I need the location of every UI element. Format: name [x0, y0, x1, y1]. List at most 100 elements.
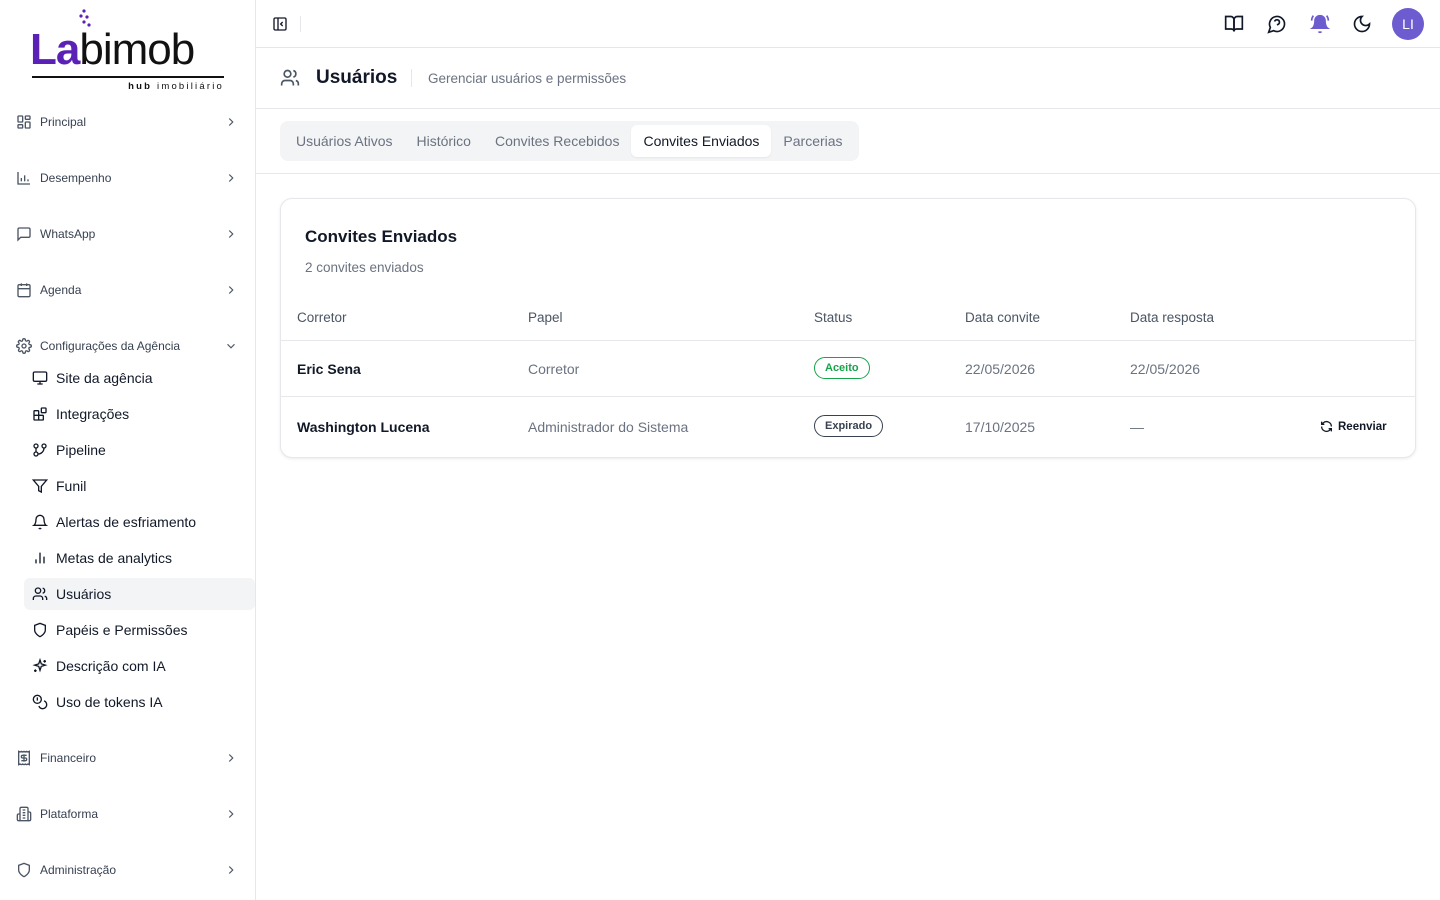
cell-data-resposta: — [1130, 419, 1144, 435]
filter-icon [32, 479, 48, 494]
column-header-corretor: Corretor [297, 310, 347, 325]
sidebar-item-site-agencia[interactable]: Site da agência [24, 362, 255, 394]
sidebar-item-funil[interactable]: Funil [24, 470, 255, 502]
toolbar-divider [300, 16, 301, 32]
logo-underline [32, 76, 224, 78]
sidebar-group-label: WhatsApp [40, 227, 96, 241]
chevron-right-icon [228, 230, 234, 238]
building-icon [16, 806, 32, 822]
bell-icon [32, 514, 48, 530]
cell-data-convite: 22/05/2026 [965, 361, 1036, 377]
sidebar-group-desempenho[interactable]: Desempenho [16, 166, 240, 190]
header-divider [411, 69, 412, 87]
cell-corretor: Washington Lucena [297, 419, 430, 435]
sidebar-item-label: Metas de analytics [56, 550, 172, 566]
sidebar-group-whatsapp[interactable]: WhatsApp [16, 222, 240, 246]
sidebar-item-label: Site da agência [56, 370, 153, 386]
user-avatar[interactable]: LI [1392, 8, 1424, 40]
sidebar-item-tokens-ia[interactable]: Uso de tokens IA [24, 686, 255, 718]
invites-card: Convites Enviados 2 convites enviados Co… [280, 198, 1416, 458]
shield-icon [34, 622, 46, 638]
sidebar: Labimob hub imobiliário Principal Desemp… [0, 0, 256, 900]
page-title: Usuários [316, 67, 398, 88]
tab-list: Usuários Ativos Histórico Convites Receb… [280, 121, 859, 161]
chevron-right-icon [228, 866, 234, 874]
help-chat-icon[interactable] [1267, 14, 1287, 34]
page-subtitle: Gerenciar usuários e permissões [428, 71, 627, 86]
column-header-data-resposta: Data resposta [1130, 310, 1215, 325]
sidebar-group-label: Desempenho [40, 171, 112, 185]
sidebar-item-label: Funil [56, 478, 87, 494]
sidebar-group-plataforma[interactable]: Plataforma [16, 802, 240, 826]
sidebar-group-agenda[interactable]: Agenda [16, 278, 240, 302]
settings-icon [16, 338, 32, 354]
page-header: Usuários Gerenciar usuários e permissões [256, 48, 1440, 109]
tab-historico[interactable]: Histórico [404, 125, 482, 157]
sidebar-group-label: Financeiro [40, 751, 97, 765]
sidebar-item-papeis[interactable]: Papéis e Permissões [24, 614, 255, 646]
chevron-right-icon [228, 118, 234, 126]
sidebar-group-label: Configurações da Agência [40, 339, 181, 353]
cell-data-resposta: 22/05/2026 [1130, 361, 1201, 377]
sidebar-group-configuracoes[interactable]: Configurações da Agência [16, 334, 240, 358]
users-icon [280, 69, 300, 86]
monitor-icon [32, 371, 48, 385]
tab-usuarios-ativos[interactable]: Usuários Ativos [284, 125, 404, 157]
sidebar-group-principal[interactable]: Principal [16, 110, 240, 134]
column-header-papel: Papel [528, 310, 563, 325]
refresh-icon [1320, 420, 1333, 433]
chevron-right-icon [228, 754, 234, 762]
sidebar-item-alertas[interactable]: Alertas de esfriamento [24, 506, 255, 538]
sidebar-item-label: Uso de tokens IA [56, 694, 163, 710]
sidebar-item-label: Papéis e Permissões [56, 622, 188, 638]
sidebar-group-financeiro[interactable]: Financeiro [16, 746, 240, 770]
notification-bell-icon[interactable] [1310, 14, 1330, 34]
table-header: Corretor Papel Status Data convite Data … [281, 297, 1415, 341]
blocks-icon [33, 407, 47, 421]
tab-convites-recebidos[interactable]: Convites Recebidos [483, 125, 632, 157]
chevron-right-icon [228, 286, 234, 294]
status-badge: Expirado [814, 415, 884, 437]
bar-chart-icon [17, 172, 30, 185]
logo-wordmark: Labimob [30, 25, 195, 74]
sidebar-item-pipeline[interactable]: Pipeline [24, 434, 255, 466]
receipt-icon [18, 750, 30, 766]
sidebar-group-label: Principal [40, 115, 87, 129]
layout-grid-icon [17, 115, 31, 129]
sidebar-group-label: Plataforma [40, 807, 99, 821]
tab-parcerias[interactable]: Parcerias [771, 125, 854, 157]
sidebar-item-label: Alertas de esfriamento [56, 514, 197, 530]
brand-logo[interactable]: Labimob hub imobiliário [30, 8, 226, 96]
top-bar: LI [256, 0, 1440, 48]
message-square-icon [17, 227, 31, 242]
coins-icon [32, 694, 48, 710]
book-open-icon[interactable] [1224, 14, 1244, 34]
sidebar-item-descricao-ia[interactable]: Descrição com IA [24, 650, 255, 682]
table-row: Washington Lucena Administrador do Siste… [281, 398, 1415, 457]
moon-icon[interactable] [1352, 14, 1372, 34]
column-header-data-convite: Data convite [965, 310, 1041, 325]
tab-convites-enviados[interactable]: Convites Enviados [631, 125, 772, 157]
column-header-status: Status [814, 310, 853, 325]
status-badge: Aceito [814, 357, 870, 379]
cell-corretor: Eric Sena [297, 361, 361, 377]
chevron-right-icon [228, 810, 234, 818]
sidebar-item-metas[interactable]: Metas de analytics [24, 542, 255, 574]
sidebar-item-label: Usuários [56, 586, 112, 602]
cell-data-convite: 17/10/2025 [965, 419, 1036, 435]
sidebar-item-usuarios[interactable]: Usuários [24, 578, 255, 610]
sidebar-item-integracoes[interactable]: Integrações [24, 398, 255, 430]
calendar-icon [17, 283, 31, 298]
sidebar-item-label: Integrações [56, 406, 130, 422]
sidebar-group-administracao[interactable]: Administração [16, 858, 240, 882]
chevron-down-icon [227, 343, 235, 349]
card-title: Convites Enviados [305, 227, 458, 246]
logo-tagline: hub imobiliário [128, 81, 224, 92]
resend-button[interactable]: Reenviar [1320, 420, 1387, 433]
users-icon [32, 587, 48, 600]
sidebar-toggle-icon[interactable] [272, 16, 288, 32]
resend-label: Reenviar [1338, 420, 1387, 433]
git-branch-icon [33, 443, 47, 457]
chart-column-icon [35, 552, 45, 564]
card-description: 2 convites enviados [305, 260, 424, 275]
